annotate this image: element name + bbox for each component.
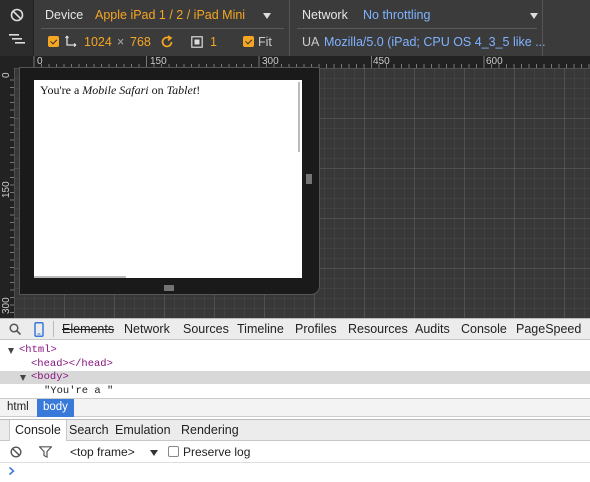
prompt-chevron-icon bbox=[8, 465, 16, 479]
page-text-emphasis: Tablet bbox=[166, 83, 197, 97]
drawer-tab-search[interactable]: Search bbox=[64, 420, 114, 441]
body-open-tag: <body> bbox=[31, 371, 69, 383]
page-text-segment: ! bbox=[196, 83, 201, 97]
resize-height-handle[interactable] bbox=[163, 281, 175, 291]
media-query-icon[interactable] bbox=[8, 32, 26, 46]
resize-width-handle[interactable] bbox=[305, 172, 313, 186]
drawer-tab-console[interactable]: Console bbox=[9, 420, 67, 441]
drawer-tab-emulation[interactable]: Emulation bbox=[110, 420, 176, 441]
dom-node-html[interactable]: <html> bbox=[0, 344, 590, 357]
page-text-segment: on bbox=[148, 83, 167, 97]
enable-device-checkbox[interactable] bbox=[48, 36, 59, 47]
ua-label: UA bbox=[302, 35, 320, 49]
clear-console-icon[interactable] bbox=[9, 445, 23, 459]
ruler-label: 600 bbox=[486, 56, 503, 67]
dom-text-node[interactable]: "You're a " bbox=[0, 385, 590, 398]
tab-resources[interactable]: Resources bbox=[348, 322, 408, 336]
dom-node-head[interactable]: <head></head> bbox=[0, 358, 590, 371]
resolution-icon bbox=[64, 34, 78, 48]
tab-sources[interactable]: Sources bbox=[183, 322, 229, 336]
tab-profiles[interactable]: Profiles bbox=[295, 322, 337, 336]
emulated-page[interactable]: You're a Mobile Safari on Tablet! bbox=[34, 80, 302, 278]
tab-elements[interactable]: Elements bbox=[62, 322, 114, 336]
fit-label: Fit bbox=[258, 35, 272, 49]
devtools-tabbar: Elements Network Sources Timeline Profil… bbox=[0, 318, 590, 340]
breadcrumb-html[interactable]: html bbox=[1, 399, 35, 417]
device-select[interactable]: Apple iPad 1 / 2 / iPad Mini bbox=[95, 8, 245, 22]
scale-field[interactable]: 1 bbox=[210, 35, 217, 49]
tab-network[interactable]: Network bbox=[124, 322, 170, 336]
page-scrollbar[interactable] bbox=[298, 82, 300, 152]
breadcrumb-body[interactable]: body bbox=[37, 399, 74, 417]
elements-tree: <html> <head></head> <body> "You're a " bbox=[0, 340, 590, 398]
console-input[interactable] bbox=[0, 463, 590, 482]
device-label: Device bbox=[45, 8, 84, 22]
divider bbox=[41, 28, 284, 29]
user-agent-field[interactable]: Mozilla/5.0 (iPad; CPU OS 4_3_5 like ... bbox=[324, 35, 546, 49]
html-open-tag: <html> bbox=[19, 344, 57, 356]
chevron-down-icon[interactable] bbox=[263, 13, 271, 19]
filter-icon[interactable] bbox=[38, 445, 52, 459]
page-text: You're a Mobile Safari on Tablet! bbox=[40, 83, 200, 98]
horizontal-ruler: 0 150 300 450 600 bbox=[0, 56, 590, 68]
swap-dimensions-icon[interactable] bbox=[159, 34, 175, 50]
ruler-label: 450 bbox=[373, 56, 390, 67]
ruler-label: 150 bbox=[150, 56, 167, 67]
drawer-tabbar: Console Search Emulation Rendering bbox=[0, 419, 590, 441]
device-scale-icon bbox=[190, 35, 204, 49]
drawer-tab-rendering[interactable]: Rendering bbox=[176, 420, 244, 441]
network-select[interactable]: No throttling bbox=[363, 8, 430, 22]
ruler-label: 0 bbox=[1, 72, 12, 78]
divider bbox=[297, 28, 537, 29]
dom-node-body[interactable]: <body> bbox=[0, 371, 590, 384]
ruler-label: 0 bbox=[37, 56, 43, 67]
page-text-segment: You're a bbox=[40, 83, 83, 97]
preserve-log-checkbox[interactable] bbox=[168, 446, 179, 457]
ruler-label: 300 bbox=[1, 297, 12, 314]
reset-emulation-icon[interactable] bbox=[9, 7, 25, 23]
width-field[interactable]: 1024 bbox=[84, 35, 112, 49]
expand-triangle-icon[interactable] bbox=[20, 375, 26, 381]
emulation-toolbar: Device Apple iPad 1 / 2 / iPad Mini 1024… bbox=[0, 0, 590, 56]
tab-audits[interactable]: Audits bbox=[415, 322, 450, 336]
breadcrumb: html body bbox=[0, 398, 590, 417]
ruler-label: 150 bbox=[1, 181, 12, 198]
frame-selector[interactable]: <top frame> bbox=[70, 445, 135, 459]
dimension-separator: × bbox=[117, 35, 125, 49]
vertical-ruler: 0 150 300 bbox=[0, 68, 14, 318]
divider bbox=[53, 321, 54, 337]
network-settings: Network No throttling UA Mozilla/5.0 (iP… bbox=[291, 0, 546, 56]
text-node-value: "You're a " bbox=[44, 385, 114, 397]
device-mode-icon[interactable] bbox=[33, 321, 45, 337]
network-label: Network bbox=[302, 8, 348, 22]
expand-triangle-icon[interactable] bbox=[8, 348, 14, 354]
page-horizontal-scrollbar[interactable] bbox=[34, 276, 126, 278]
tab-pagespeed[interactable]: PageSpeed bbox=[516, 322, 581, 336]
tab-timeline[interactable]: Timeline bbox=[237, 322, 284, 336]
tab-console[interactable]: Console bbox=[461, 322, 507, 336]
ruler-label: 300 bbox=[262, 56, 279, 67]
inspect-element-icon[interactable] bbox=[8, 322, 22, 336]
preserve-log-label: Preserve log bbox=[183, 445, 251, 459]
emulation-side-column bbox=[0, 0, 34, 56]
device-viewport-area: 0 150 300 450 600 0 150 300 You're a Mob… bbox=[0, 56, 590, 318]
chevron-down-icon[interactable] bbox=[530, 13, 538, 19]
device-settings: Device Apple iPad 1 / 2 / iPad Mini 1024… bbox=[35, 0, 290, 56]
chevron-down-icon[interactable] bbox=[150, 450, 158, 456]
console-toolbar: <top frame> Preserve log bbox=[0, 441, 590, 463]
page-text-emphasis: Mobile Safari bbox=[82, 83, 149, 97]
height-field[interactable]: 768 bbox=[130, 35, 151, 49]
head-tag: <head></head> bbox=[31, 358, 113, 370]
fit-checkbox[interactable] bbox=[243, 36, 254, 47]
